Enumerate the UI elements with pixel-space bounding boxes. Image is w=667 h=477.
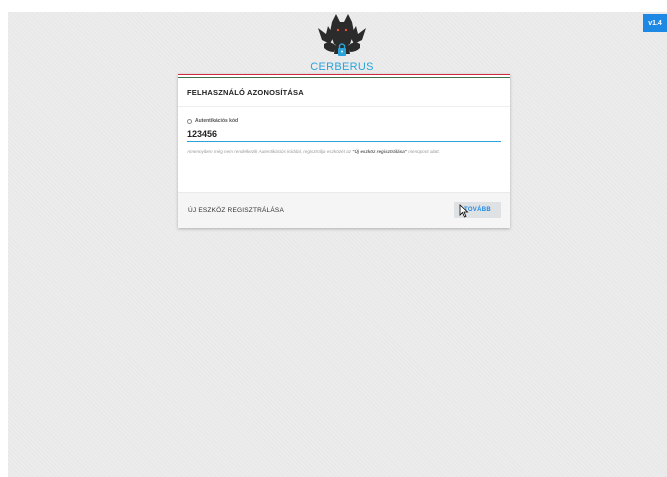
version-badge: v1.4: [643, 14, 667, 32]
register-device-button[interactable]: ÚJ ESZKÖZ REGISZTRÁLÁSA: [183, 202, 289, 218]
hint-prefix: Amennyiben még nem rendelkezik Autentiká…: [187, 149, 353, 154]
card-title: FELHASZNÁLÓ AZONOSÍTÁSA: [178, 78, 510, 107]
auth-code-input[interactable]: [187, 129, 501, 142]
cerberus-logo-icon: [318, 14, 366, 56]
field-status-icon: [187, 118, 192, 124]
hint-text: Amennyiben még nem rendelkezik Autentiká…: [187, 148, 505, 155]
hint-link: "Új eszköz regisztrálása": [352, 149, 407, 154]
field-label-row: Autentikációs kód: [187, 118, 501, 124]
auth-code-label: Autentikációs kód: [195, 118, 239, 124]
card-body: Autentikációs kód Amennyiben még nem ren…: [178, 107, 510, 194]
flag-stripe: [178, 74, 510, 78]
hint-suffix: menüpont alatt.: [406, 149, 440, 154]
mouse-cursor-icon: [459, 204, 469, 218]
brand-name: CERBERUS: [310, 61, 374, 73]
